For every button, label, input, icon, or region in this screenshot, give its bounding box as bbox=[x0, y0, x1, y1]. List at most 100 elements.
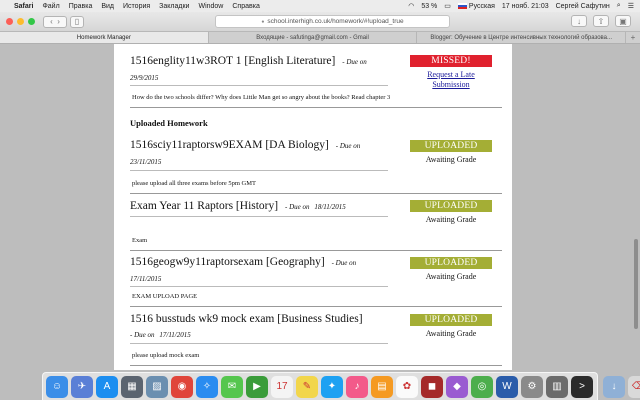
new-tab-button[interactable]: + bbox=[626, 32, 640, 43]
share-button[interactable]: ⇧ bbox=[593, 15, 609, 27]
trash-icon[interactable]: ⌫ bbox=[628, 375, 640, 398]
battery-percent[interactable]: 53 % bbox=[421, 3, 437, 10]
menu-help[interactable]: Справка bbox=[232, 3, 259, 10]
awaiting-grade-label: Awaiting Grade bbox=[425, 215, 477, 224]
page-scrollbar[interactable] bbox=[634, 239, 638, 329]
homework-title[interactable]: 1516sciy11raptorsw9EXAM [DA Biology] bbox=[130, 139, 329, 151]
dock: ☺ ✈ A ▦ ▨ ◉ ✧ ✉ ▶ 17 ✎ ✦ ♪ ▤ ✿ ◼ ◆ ◎ W ⚙ ▥ > ↓ ⌫ bbox=[42, 372, 640, 400]
notes-icon[interactable]: ✎ bbox=[296, 375, 318, 398]
homework-title[interactable]: 1516geogw9y11raptorsexam [Geography] bbox=[130, 256, 325, 268]
plus-icon: + bbox=[630, 33, 636, 42]
status-column: UPLOADED Awaiting Grade bbox=[410, 314, 492, 338]
request-late-submission-link[interactable]: Request a Late Submission bbox=[410, 70, 492, 90]
missed-badge: MISSED! bbox=[410, 55, 492, 67]
back-icon[interactable]: ‹ bbox=[50, 17, 53, 26]
ibooks-icon[interactable]: ▤ bbox=[371, 375, 393, 398]
input-source[interactable]: Русская bbox=[457, 3, 495, 10]
status-column: UPLOADED Awaiting Grade bbox=[410, 200, 492, 224]
awaiting-grade-label: Awaiting Grade bbox=[425, 272, 477, 281]
menu-history[interactable]: История bbox=[123, 3, 150, 10]
menu-file[interactable]: Файл bbox=[42, 3, 59, 10]
tab-overview-button[interactable]: ▣ bbox=[615, 15, 631, 27]
tab-gmail[interactable]: Входящие - safutinga@gmail.com - Gmail bbox=[209, 32, 418, 43]
due-label: - Due on bbox=[342, 58, 367, 66]
safari-icon[interactable]: ✧ bbox=[196, 375, 218, 398]
tab-bar: Homework Manager Входящие - safutinga@gm… bbox=[0, 32, 640, 44]
facetime-icon[interactable]: ▶ bbox=[246, 375, 268, 398]
calculator-icon[interactable]: ▥ bbox=[546, 375, 568, 398]
word-icon[interactable]: W bbox=[496, 375, 518, 398]
messages-icon[interactable]: ✉ bbox=[221, 375, 243, 398]
homework-item: 1516 busstuds wk9 mock exam [Business St… bbox=[130, 312, 502, 359]
homework-description: EXAM UPLOAD PAGE bbox=[132, 293, 198, 300]
uploaded-badge: UPLOADED bbox=[410, 200, 492, 212]
battery-icon[interactable]: ▭ bbox=[444, 2, 451, 10]
menu-bookmarks[interactable]: Закладки bbox=[159, 3, 189, 10]
address-text[interactable]: school.interhigh.co.uk/homework/#!upload… bbox=[267, 18, 403, 25]
notification-center-icon[interactable]: ☰ bbox=[628, 2, 634, 10]
menu-app-name[interactable]: Safari bbox=[14, 3, 33, 10]
row-divider bbox=[130, 365, 502, 366]
menu-view[interactable]: Вид bbox=[101, 3, 114, 10]
fullscreen-window-button[interactable] bbox=[28, 18, 35, 25]
divider bbox=[130, 170, 388, 171]
divider bbox=[130, 343, 388, 344]
chrome-icon[interactable]: ◉ bbox=[171, 375, 193, 398]
tab-homework-manager[interactable]: Homework Manager bbox=[0, 32, 209, 43]
minimize-window-button[interactable] bbox=[17, 18, 24, 25]
tabs-icon: ▣ bbox=[619, 16, 627, 26]
due-label: - Due on bbox=[284, 203, 310, 211]
window-controls bbox=[6, 18, 35, 25]
lock-icon: ● bbox=[261, 18, 265, 25]
awaiting-grade-label: Awaiting Grade bbox=[425, 329, 477, 338]
due-label: - Due on bbox=[130, 331, 155, 339]
share-icon: ⇧ bbox=[597, 16, 605, 26]
toolbar-right-buttons: ↓ ⇧ ▣ bbox=[571, 15, 634, 27]
downloads-folder-icon[interactable]: ↓ bbox=[603, 375, 625, 398]
tab-blogger[interactable]: Blogger: Обучение в Центре интенсивных т… bbox=[417, 32, 627, 43]
mission-control-icon[interactable]: ▦ bbox=[121, 375, 143, 398]
forward-icon[interactable]: › bbox=[57, 17, 60, 26]
photo-booth-icon[interactable]: ◼ bbox=[421, 375, 443, 398]
back-forward-buttons[interactable]: ‹ › bbox=[43, 15, 67, 28]
system-preferences-icon[interactable]: ⚙ bbox=[521, 375, 543, 398]
web-viewport: 1516englity11w3ROT 1 [English Literature… bbox=[0, 44, 640, 370]
launchpad-icon[interactable]: ✈ bbox=[71, 375, 93, 398]
app-store-icon[interactable]: A bbox=[96, 375, 118, 398]
homework-description: please upload all three exams before 5pm… bbox=[132, 180, 256, 187]
spotlight-icon[interactable]: ⌕ bbox=[617, 2, 621, 10]
menu-window[interactable]: Window bbox=[198, 3, 223, 10]
wifi-icon[interactable]: ◠ bbox=[408, 2, 414, 10]
close-window-button[interactable] bbox=[6, 18, 13, 25]
divider bbox=[130, 286, 388, 287]
podcast-icon[interactable]: ◎ bbox=[471, 375, 493, 398]
homework-title[interactable]: 1516englity11w3ROT 1 [English Literature… bbox=[130, 55, 335, 67]
game-center-icon[interactable]: ◆ bbox=[446, 375, 468, 398]
address-bar[interactable]: ● school.interhigh.co.uk/homework/#!uplo… bbox=[215, 15, 450, 28]
due-date: 17/11/2015 bbox=[159, 331, 191, 339]
downloads-button[interactable]: ↓ bbox=[571, 15, 587, 27]
photos-icon[interactable]: ✿ bbox=[396, 375, 418, 398]
music-icon[interactable]: ♪ bbox=[346, 375, 368, 398]
row-divider bbox=[130, 306, 502, 307]
due-label: - Due on bbox=[335, 142, 361, 150]
homework-title[interactable]: 1516 busstuds wk9 mock exam [Business St… bbox=[130, 313, 363, 325]
due-date: 23/11/2015 bbox=[130, 158, 162, 166]
terminal-icon[interactable]: > bbox=[571, 375, 593, 398]
homework-title[interactable]: Exam Year 11 Raptors [History] bbox=[130, 200, 278, 212]
due-label: - Due on bbox=[331, 259, 357, 267]
user-name[interactable]: Сергей Сафутин bbox=[556, 3, 610, 10]
menu-edit[interactable]: Правка bbox=[69, 3, 93, 10]
row-divider bbox=[130, 193, 502, 194]
due-date: 18/11/2015 bbox=[314, 203, 346, 211]
clock[interactable]: 17 нояб. 21:03 bbox=[502, 3, 549, 10]
calendar-icon[interactable]: 17 bbox=[271, 375, 293, 398]
uploaded-badge: UPLOADED bbox=[410, 140, 492, 152]
finder-icon[interactable]: ☺ bbox=[46, 375, 68, 398]
preview-icon[interactable]: ▨ bbox=[146, 375, 168, 398]
status-column: UPLOADED Awaiting Grade bbox=[410, 140, 492, 164]
due-date: 29/9/2015 bbox=[130, 74, 159, 82]
sidebar-toggle-button[interactable]: ▯ bbox=[70, 15, 84, 28]
sidebar-icon: ▯ bbox=[74, 17, 80, 26]
twitter-icon[interactable]: ✦ bbox=[321, 375, 343, 398]
